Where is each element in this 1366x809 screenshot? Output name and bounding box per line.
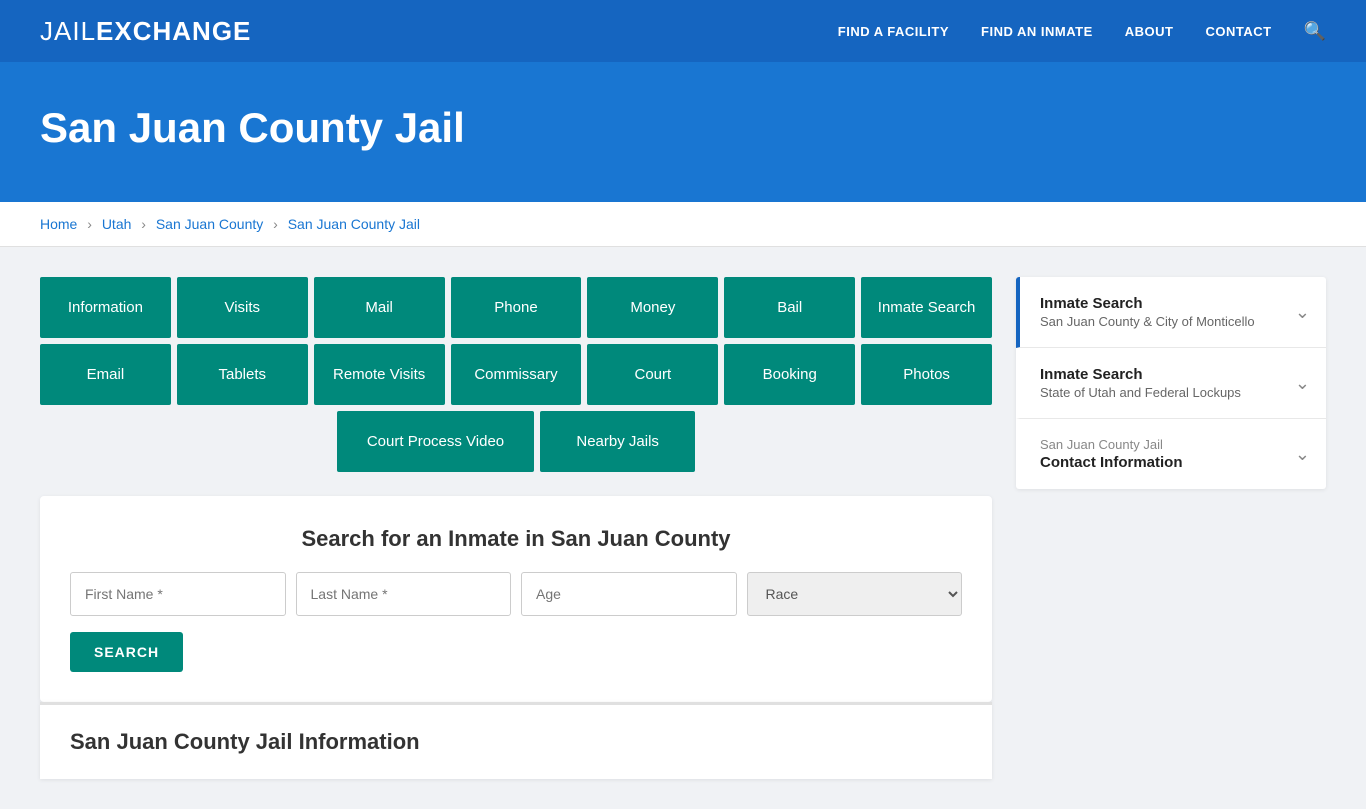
sidebar-item-contact[interactable]: San Juan County Jail Contact Information… <box>1016 419 1326 489</box>
chevron-down-icon-1: ⌄ <box>1295 302 1310 323</box>
logo-jail: JAIL <box>40 16 96 46</box>
chevron-down-icon-3: ⌄ <box>1295 444 1310 465</box>
logo-exchange: EXCHANGE <box>96 16 251 46</box>
sidebar-item-text-contact: San Juan County Jail Contact Information <box>1040 437 1183 471</box>
button-grid-row3: Court Process Video Nearby Jails <box>40 411 992 472</box>
search-icon[interactable]: 🔍 <box>1304 21 1326 42</box>
inmate-search-title: Search for an Inmate in San Juan County <box>70 526 962 552</box>
main-content: Information Visits Mail Phone Money Bail… <box>0 247 1366 809</box>
breadcrumb-current: San Juan County Jail <box>288 216 420 232</box>
right-sidebar: Inmate Search San Juan County & City of … <box>1016 277 1326 779</box>
sidebar-item-text-1: Inmate Search San Juan County & City of … <box>1040 295 1255 329</box>
jail-info-section: San Juan County Jail Information <box>40 702 992 779</box>
jail-info-title: San Juan County Jail Information <box>70 729 962 755</box>
btn-tablets[interactable]: Tablets <box>177 344 308 405</box>
nav-find-inmate[interactable]: FIND AN INMATE <box>981 24 1093 39</box>
first-name-input[interactable] <box>70 572 286 616</box>
breadcrumb-home[interactable]: Home <box>40 216 77 232</box>
sidebar-item-text-2: Inmate Search State of Utah and Federal … <box>1040 366 1241 400</box>
btn-court[interactable]: Court <box>587 344 718 405</box>
btn-booking[interactable]: Booking <box>724 344 855 405</box>
sidebar-contact-label: San Juan County Jail <box>1040 437 1183 452</box>
sidebar-item-inmate-search-1[interactable]: Inmate Search San Juan County & City of … <box>1016 277 1326 348</box>
btn-money[interactable]: Money <box>587 277 718 338</box>
btn-visits[interactable]: Visits <box>177 277 308 338</box>
chevron-down-icon-2: ⌄ <box>1295 373 1310 394</box>
breadcrumb-utah[interactable]: Utah <box>102 216 132 232</box>
nav-find-facility[interactable]: FIND A FACILITY <box>838 24 949 39</box>
logo[interactable]: JAILEXCHANGE <box>40 16 251 47</box>
sidebar-item-subtitle-1: San Juan County & City of Monticello <box>1040 314 1255 329</box>
search-fields: Race White Black Hispanic Asian Other <box>70 572 962 616</box>
sidebar-contact-title: Contact Information <box>1040 454 1183 471</box>
breadcrumb-sep-2: › <box>141 216 146 232</box>
breadcrumb-san-juan-county[interactable]: San Juan County <box>156 216 263 232</box>
btn-inmate-search[interactable]: Inmate Search <box>861 277 992 338</box>
breadcrumb-sep-1: › <box>87 216 92 232</box>
btn-nearby-jails[interactable]: Nearby Jails <box>540 411 695 472</box>
last-name-input[interactable] <box>296 572 512 616</box>
sidebar-card: Inmate Search San Juan County & City of … <box>1016 277 1326 489</box>
btn-mail[interactable]: Mail <box>314 277 445 338</box>
btn-information[interactable]: Information <box>40 277 171 338</box>
sidebar-item-title-2: Inmate Search <box>1040 366 1241 383</box>
left-column: Information Visits Mail Phone Money Bail… <box>40 277 992 779</box>
btn-bail[interactable]: Bail <box>724 277 855 338</box>
button-grid-row2: Email Tablets Remote Visits Commissary C… <box>40 344 992 405</box>
page-title: San Juan County Jail <box>40 104 1326 152</box>
btn-email[interactable]: Email <box>40 344 171 405</box>
sidebar-item-inmate-search-2[interactable]: Inmate Search State of Utah and Federal … <box>1016 348 1326 419</box>
race-select[interactable]: Race White Black Hispanic Asian Other <box>747 572 963 616</box>
sidebar-item-subtitle-2: State of Utah and Federal Lockups <box>1040 385 1241 400</box>
button-grid-row1: Information Visits Mail Phone Money Bail… <box>40 277 992 338</box>
search-button[interactable]: SEARCH <box>70 632 183 672</box>
breadcrumb-sep-3: › <box>273 216 278 232</box>
btn-photos[interactable]: Photos <box>861 344 992 405</box>
btn-remote-visits[interactable]: Remote Visits <box>314 344 445 405</box>
sidebar-item-title-1: Inmate Search <box>1040 295 1255 312</box>
btn-phone[interactable]: Phone <box>451 277 582 338</box>
hero-banner: San Juan County Jail <box>0 64 1366 202</box>
nav-about[interactable]: ABOUT <box>1125 24 1174 39</box>
age-input[interactable] <box>521 572 737 616</box>
btn-court-process-video[interactable]: Court Process Video <box>337 411 534 472</box>
nav: FIND A FACILITY FIND AN INMATE ABOUT CON… <box>838 21 1326 42</box>
breadcrumb: Home › Utah › San Juan County › San Juan… <box>0 202 1366 247</box>
btn-commissary[interactable]: Commissary <box>451 344 582 405</box>
nav-contact[interactable]: CONTACT <box>1205 24 1271 39</box>
header: JAILEXCHANGE FIND A FACILITY FIND AN INM… <box>0 0 1366 64</box>
inmate-search-box: Search for an Inmate in San Juan County … <box>40 496 992 702</box>
